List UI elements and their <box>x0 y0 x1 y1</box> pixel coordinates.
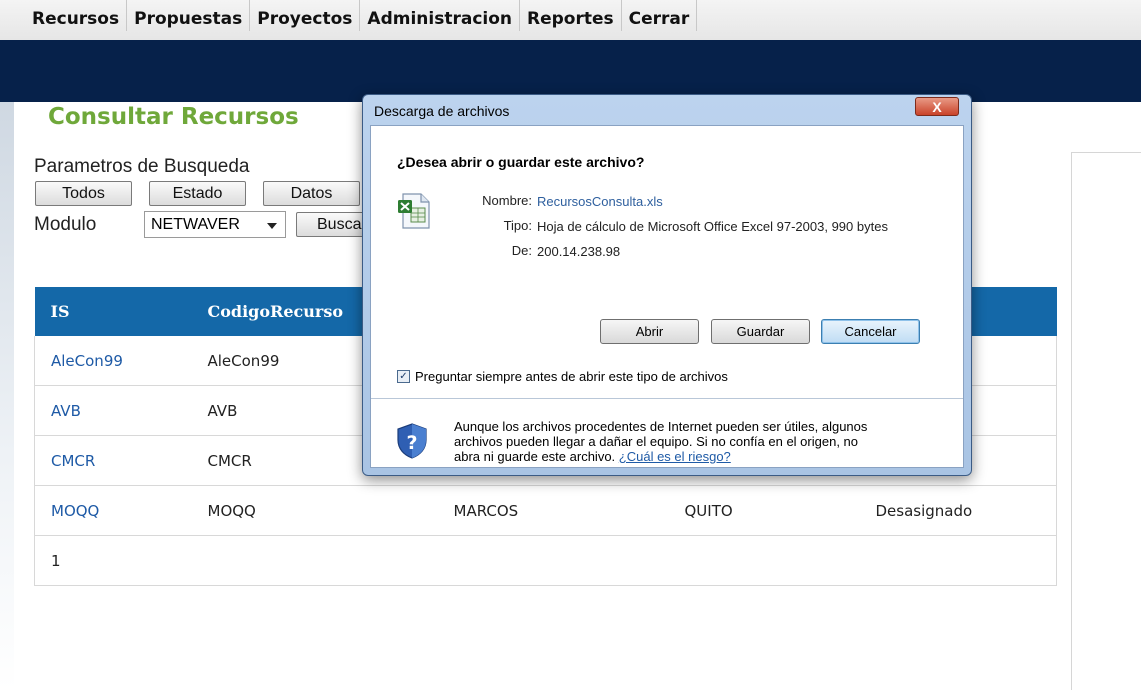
top-menu-bar: Recursos Propuestas Proyectos Administra… <box>0 0 1141 40</box>
chevron-down-icon <box>267 223 277 229</box>
menu-propuestas[interactable]: Propuestas <box>127 0 251 31</box>
modulo-select-value: NETWAVER <box>151 216 240 233</box>
name-label: Nombre: <box>482 193 532 208</box>
table-cell: Desasignado <box>859 485 1057 536</box>
menu-recursos[interactable]: Recursos <box>0 0 128 31</box>
modulo-select[interactable]: NETWAVER <box>144 211 286 238</box>
menu-administracion[interactable]: Administracion <box>360 0 521 31</box>
divider <box>1071 153 1072 690</box>
dialog-body: ¿Desea abrir o guardar este archivo? Nom… <box>370 125 964 468</box>
table-cell-link[interactable]: MOQQ <box>34 485 192 536</box>
left-shadow <box>0 102 14 690</box>
dialog-question: ¿Desea abrir o guardar este archivo? <box>397 154 645 170</box>
always-ask-label: Preguntar siempre antes de abrir este ti… <box>415 369 728 384</box>
security-shield-icon: ? <box>397 423 427 459</box>
menu-proyectos[interactable]: Proyectos <box>250 0 361 31</box>
dialog-title: Descarga de archivos <box>374 103 510 119</box>
close-button[interactable]: X <box>915 97 959 116</box>
table-cell-link[interactable]: AleCon99 <box>34 336 192 386</box>
cancel-button[interactable]: Cancelar <box>821 319 920 344</box>
security-warning: Aunque los archivos procedentes de Inter… <box>454 419 874 464</box>
risk-link[interactable]: ¿Cuál es el riesgo? <box>619 449 731 464</box>
always-ask-option[interactable]: ✓ Preguntar siempre antes de abrir este … <box>397 369 728 384</box>
from-label: De: <box>511 243 532 258</box>
table-cell-link[interactable]: AVB <box>34 385 192 436</box>
menu-reportes[interactable]: Reportes <box>520 0 622 31</box>
pager-page-link[interactable]: 1 <box>34 535 1057 586</box>
file-type-value: Hoja de cálculo de Microsoft Office Exce… <box>537 219 888 234</box>
file-source-value: 200.14.238.98 <box>537 244 621 259</box>
todos-button[interactable]: Todos <box>35 181 132 206</box>
page-title: Consultar Recursos <box>48 104 299 130</box>
header-band <box>0 40 1141 102</box>
table-cell: MARCOS <box>437 485 669 536</box>
table-cell: MOQQ <box>191 485 438 536</box>
table-cell-link[interactable]: CMCR <box>34 435 192 486</box>
save-button[interactable]: Guardar <box>711 319 810 344</box>
divider <box>371 398 963 399</box>
svg-text:?: ? <box>406 432 417 454</box>
open-button[interactable]: Abrir <box>600 319 699 344</box>
type-label: Tipo: <box>503 218 532 233</box>
column-header[interactable]: IS <box>34 287 192 336</box>
datos-button[interactable]: Datos <box>263 181 360 206</box>
table-cell: QUITO <box>668 485 860 536</box>
modulo-label: Modulo <box>34 214 97 235</box>
search-params-label: Parametros de Busqueda <box>34 156 250 177</box>
file-name-value: RecursosConsulta.xls <box>537 194 663 209</box>
estado-button[interactable]: Estado <box>149 181 246 206</box>
download-dialog: Descarga de archivos X ¿Desea abrir o gu… <box>362 94 972 476</box>
table-row: MOQQ MOQQ MARCOS QUITO Desasignado <box>34 485 1057 536</box>
divider <box>1071 152 1141 153</box>
menu-cerrar[interactable]: Cerrar <box>622 0 698 31</box>
always-ask-checkbox[interactable]: ✓ <box>397 370 410 383</box>
pager-row: 1 <box>34 535 1057 586</box>
